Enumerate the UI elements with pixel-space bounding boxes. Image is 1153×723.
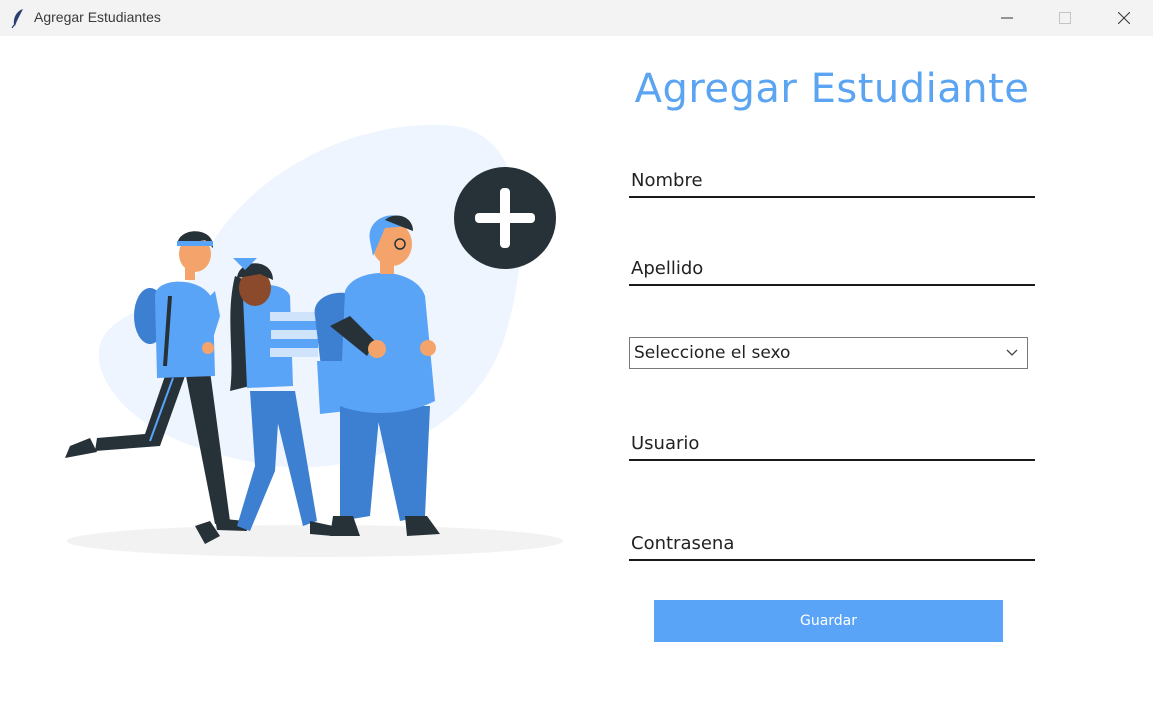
plus-circle-icon	[454, 167, 556, 269]
window-title: Agregar Estudiantes	[34, 9, 161, 25]
nombre-input[interactable]	[629, 158, 1035, 196]
window-titlebar: Agregar Estudiantes	[0, 0, 1153, 36]
apellido-input[interactable]	[629, 246, 1035, 284]
sexo-select-value: Seleccione el sexo	[634, 343, 791, 363]
apellido-field-wrapper	[629, 246, 1035, 286]
minimize-button[interactable]	[978, 0, 1036, 36]
feather-icon	[11, 9, 23, 28]
usuario-input[interactable]	[629, 421, 1035, 459]
contrasena-field-wrapper	[629, 521, 1035, 561]
maximize-button[interactable]	[1036, 0, 1094, 36]
maximize-icon	[1059, 12, 1071, 24]
close-icon	[1118, 12, 1130, 24]
close-button[interactable]	[1095, 0, 1153, 36]
usuario-field-wrapper	[629, 421, 1035, 461]
contrasena-input[interactable]	[629, 521, 1035, 559]
sexo-select[interactable]: Seleccione el sexo	[629, 337, 1028, 369]
students-illustration	[65, 124, 563, 557]
nombre-field-wrapper	[629, 158, 1035, 198]
save-button[interactable]: Guardar	[654, 600, 1003, 642]
chevron-down-icon	[1001, 342, 1023, 364]
form-title: Agregar Estudiante	[634, 66, 1030, 112]
content-area: Agregar Estudiante Seleccione el sexo Gu…	[0, 36, 1153, 723]
minimize-icon	[1001, 17, 1013, 19]
